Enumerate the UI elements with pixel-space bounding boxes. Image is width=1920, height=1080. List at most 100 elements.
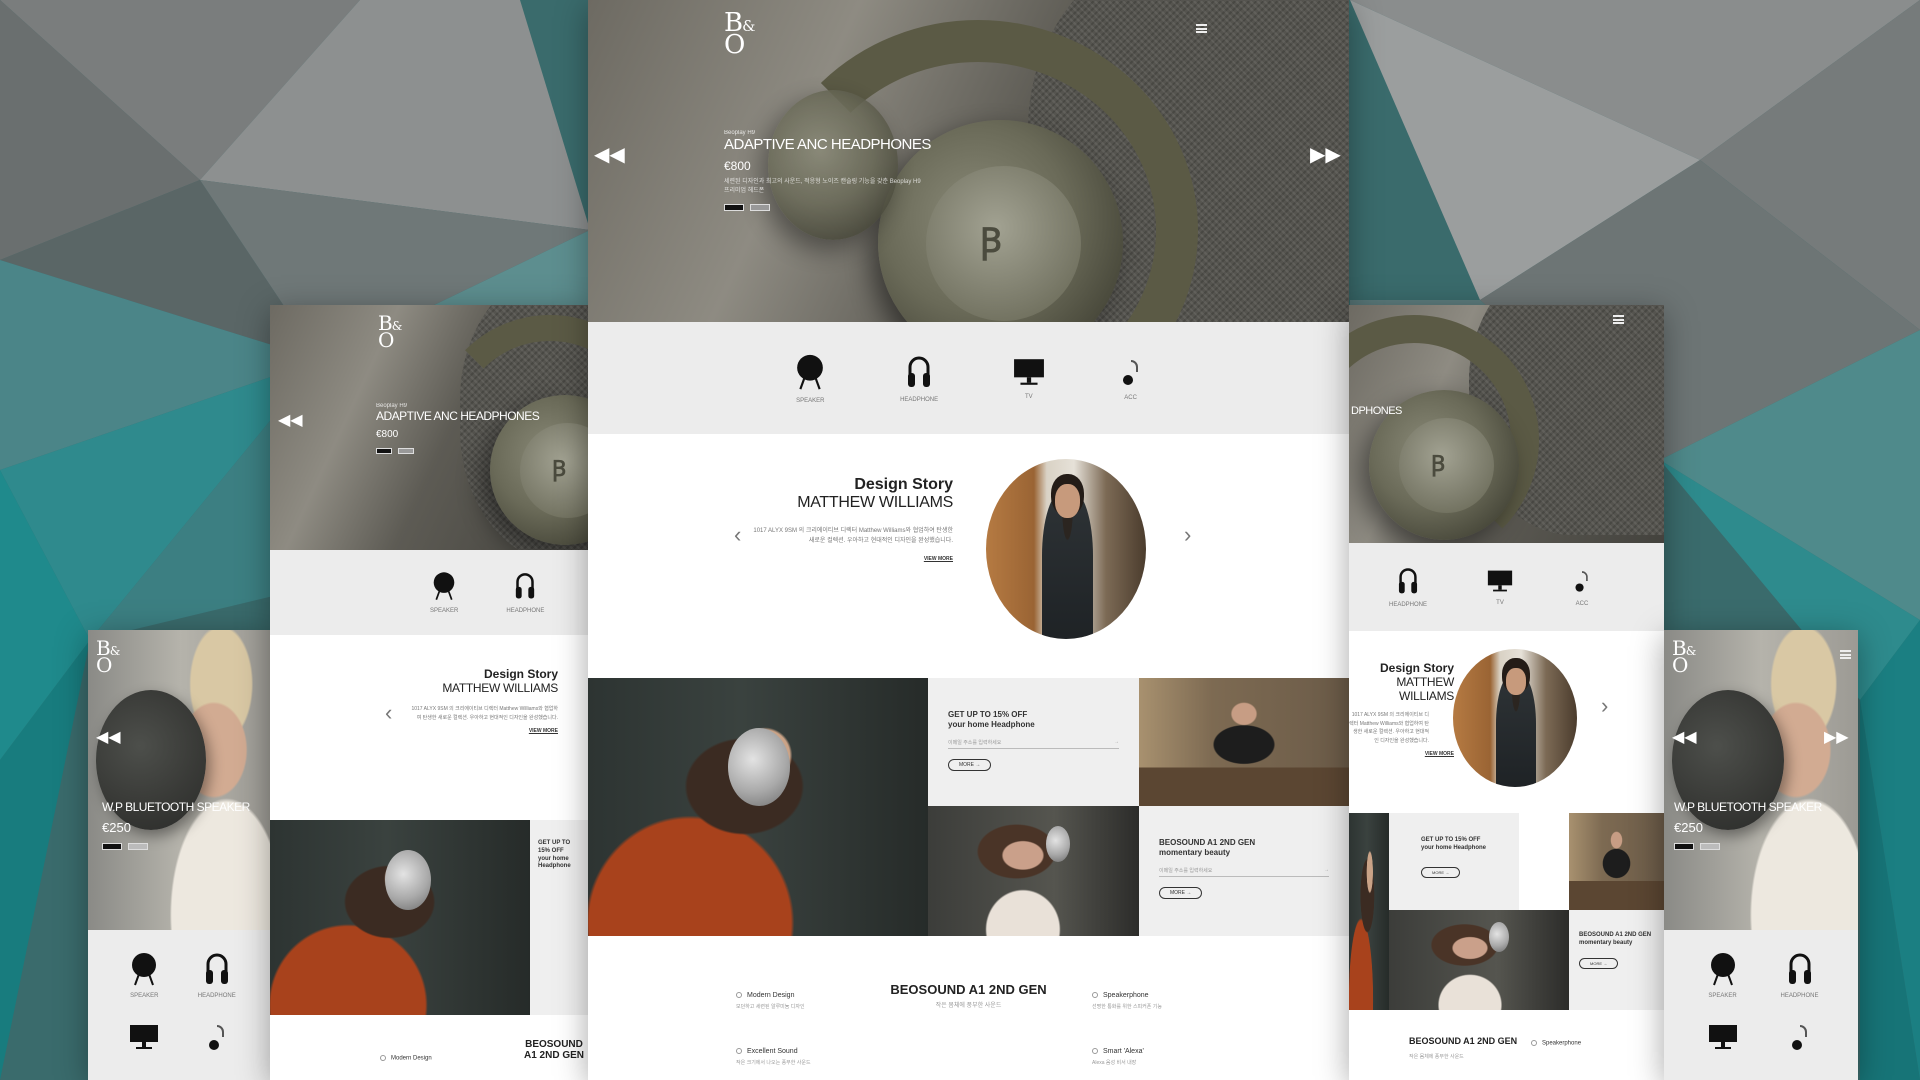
category-acc[interactable]: ACC <box>1120 356 1142 401</box>
features-title: BEOSOUND A1 2ND GEN <box>1409 1036 1518 1046</box>
brand-logo: B& O <box>96 636 120 677</box>
feature-item: Speakerphone 선명한 통화를 위한 스피커폰 기능 <box>1092 992 1162 1010</box>
hero-title: ADAPTIVE ANC HEADPHONES <box>724 136 931 153</box>
chevron-right-icon[interactable]: › <box>1601 693 1608 719</box>
designer-photo <box>986 459 1146 639</box>
promo-more-button[interactable]: MORE → <box>948 758 992 771</box>
hero-price: €250 <box>1674 820 1703 835</box>
category-row: SPEAKER HEADPHONE <box>1664 930 1858 1080</box>
category-label: TV <box>1496 599 1504 606</box>
category-tv[interactable]: TV <box>1487 569 1513 606</box>
design-story: ‹ › Design Story MATTHEW WILLIAMS 1017 A… <box>588 434 1349 678</box>
promo-more-button[interactable]: MORE → <box>1421 866 1461 878</box>
headphone-icon <box>1398 567 1418 593</box>
category-tv[interactable] <box>108 1024 181 1057</box>
prev-arrow-icon[interactable]: ◀◀ <box>594 145 625 165</box>
earphone-icon <box>208 1025 224 1050</box>
color-swatches <box>724 204 931 211</box>
hero-price: €800 <box>376 429 399 440</box>
category-tv[interactable]: TV <box>1013 357 1045 400</box>
category-tv[interactable] <box>1684 1024 1761 1057</box>
category-label: HEADPHONE <box>1389 601 1428 608</box>
next-arrow-icon[interactable]: ▶▶ <box>1824 730 1849 746</box>
category-label: HEADPHONE <box>197 993 236 999</box>
headphone-icon <box>908 356 931 387</box>
tv-icon <box>130 1025 159 1049</box>
category-speaker[interactable]: SPEAKER <box>795 353 825 404</box>
promo-more-button[interactable]: MORE → <box>1159 886 1203 899</box>
hero-banner: Ꞵ DPHONES <box>1349 305 1664 543</box>
view-more-link[interactable]: VIEW MORE <box>1349 751 1454 757</box>
category-speaker[interactable]: SPEAKER <box>430 571 458 614</box>
hero-text: Beoplay H9 ADAPTIVE ANC HEADPHONES €800 … <box>724 130 931 211</box>
headphone-icon <box>205 953 228 984</box>
category-headphone[interactable]: HEADPHONE <box>506 571 544 614</box>
category-acc[interactable]: ACC <box>1573 568 1591 607</box>
swatch-black[interactable] <box>1674 843 1694 850</box>
hero-description: 세련된 디자인과 최고의 사운드, 적응형 노이즈 캔슬링 기능을 갖춘 Beo… <box>724 179 921 194</box>
headphone-icon <box>1788 953 1811 984</box>
hero-eyebrow: Beoplay H9 <box>724 130 756 136</box>
category-acc[interactable] <box>181 1023 254 1058</box>
category-acc[interactable] <box>1761 1023 1838 1058</box>
swatch-grey[interactable] <box>1700 843 1720 850</box>
prev-arrow-icon[interactable]: ◀◀ <box>96 730 121 746</box>
designer-photo <box>1453 649 1577 787</box>
story-kicker: Design Story <box>483 667 558 681</box>
category-headphone[interactable]: HEADPHONE <box>181 952 254 999</box>
man-desk-photo <box>1569 813 1664 910</box>
design-story: Design Story MATTHEW WILLIAMS 1017 ALYX … <box>1349 631 1664 813</box>
chevron-left-icon[interactable]: ‹ <box>385 700 392 726</box>
category-row: HEADPHONE TV ACC <box>1349 543 1664 631</box>
story-name: MATTHEW WILLIAMS <box>797 494 953 511</box>
view-more-link[interactable]: VIEW MORE <box>408 728 558 734</box>
menu-icon[interactable] <box>1196 24 1207 33</box>
man-headphone-photo <box>270 820 530 1015</box>
category-headphone[interactable]: HEADPHONE <box>1389 567 1427 608</box>
photo-grid: GET UP TO 15% OFF your home Headphone MO… <box>1349 813 1664 1010</box>
swatch-grey[interactable] <box>128 843 148 850</box>
story-body: 1017 ALYX 9SM 의 크리에이티브 디렉터 Matthew Willi… <box>411 706 558 721</box>
brand-logo: B& O <box>1672 636 1696 677</box>
swatch-grey[interactable] <box>398 448 414 454</box>
menu-icon[interactable] <box>1613 315 1624 324</box>
chevron-left-icon[interactable]: ‹ <box>734 522 741 548</box>
category-row: SPEAKER HEADPHONE <box>270 550 588 635</box>
next-arrow-icon[interactable]: ▶▶ <box>1310 145 1341 165</box>
photo-grid: GET UP TO 15% OFF your home Headphone 이메… <box>588 678 1349 936</box>
promo-title: GET UP TO 15% OFF <box>948 710 1028 719</box>
menu-icon[interactable] <box>1840 650 1851 659</box>
feature-item: Modern Design 모던하고 세련된 알루미늄 디자인 <box>736 992 805 1010</box>
speaker-icon <box>433 572 455 601</box>
hero-text: W.P BLUETOOTH SPEAKER €250 <box>102 800 250 850</box>
hero-banner: Ꞵ B& O ◀◀ Beoplay H9 ADAPTIVE ANC HEADPHO… <box>270 305 588 550</box>
swatch-black[interactable] <box>724 204 744 211</box>
view-more-link[interactable]: VIEW MORE <box>753 556 953 562</box>
promo-more-button[interactable]: MORE → <box>1579 957 1619 969</box>
category-row: SPEAKER HEADPHONE TV ACC <box>588 322 1349 434</box>
story-heading: Design Story MATTHEW WILLIAMS 1017 ALYX … <box>753 476 953 562</box>
story-name: MATTHEW WILLIAMS <box>442 681 558 695</box>
prev-arrow-icon[interactable]: ◀◀ <box>278 413 303 429</box>
category-speaker[interactable]: SPEAKER <box>1684 952 1761 999</box>
features-title: BEOSOUND A1 2ND GEN <box>523 1039 584 1061</box>
category-headphone[interactable]: HEADPHONE <box>1761 952 1838 999</box>
swatch-black[interactable] <box>376 448 392 454</box>
woman-headphone-photo <box>928 806 1139 936</box>
swatch-grey[interactable] <box>750 204 770 211</box>
design-story: ‹ Design Story MATTHEW WILLIAMS 1017 ALY… <box>270 635 588 820</box>
swatch-black[interactable] <box>102 843 122 850</box>
category-speaker[interactable]: SPEAKER <box>108 952 181 999</box>
prev-arrow-icon[interactable]: ◀◀ <box>1672 730 1697 746</box>
feature-item: Smart 'Alexa' Alexa 음성 비서 내장 <box>1092 1048 1144 1066</box>
hero-banner: B& O ◀◀ ▶▶ W.P BLUETOOTH SPEAKER €250 <box>1664 630 1858 930</box>
promo-email-input[interactable]: 이메일 주소를 입력하세요 → <box>948 739 1119 749</box>
promo-subtitle: your home Headphone <box>538 855 571 870</box>
promo-email-input[interactable]: 이메일 주소를 입력하세요 → <box>1159 867 1329 877</box>
chevron-right-icon[interactable]: › <box>1184 522 1191 548</box>
category-label: HEADPHONE <box>900 396 939 403</box>
feature-item: Excellent Sound 작은 크기에서 나오는 풍부한 사운드 <box>736 1048 811 1066</box>
features-subtitle: 작은 몸체에 풍부한 사운드 <box>935 1003 1002 1009</box>
category-headphone[interactable]: HEADPHONE <box>900 354 938 403</box>
mockup-right: Ꞵ DPHONES HEADPHONE TV ACC Design Story … <box>1349 305 1664 1080</box>
